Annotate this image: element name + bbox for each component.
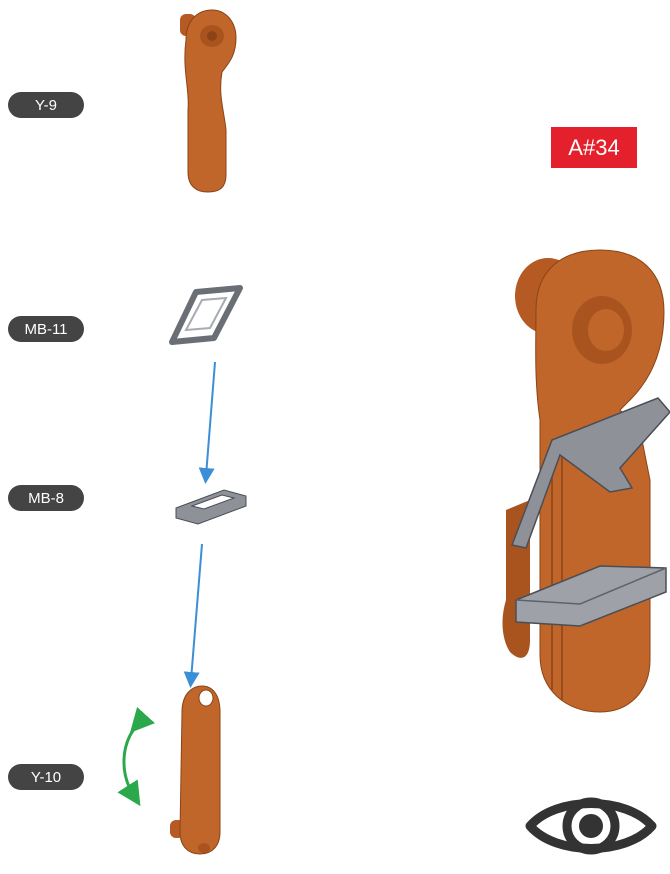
rotate-arrows-icon bbox=[117, 707, 155, 807]
assembly-drawing bbox=[117, 9, 670, 855]
eye-icon bbox=[525, 797, 657, 855]
part-y9 bbox=[180, 9, 237, 193]
down-arrow-icon bbox=[198, 361, 216, 484]
part-mb8 bbox=[175, 489, 247, 525]
part-mb11 bbox=[169, 285, 243, 345]
part-y10 bbox=[170, 685, 221, 855]
down-arrow-icon bbox=[183, 543, 203, 688]
assembled-view bbox=[502, 249, 670, 713]
